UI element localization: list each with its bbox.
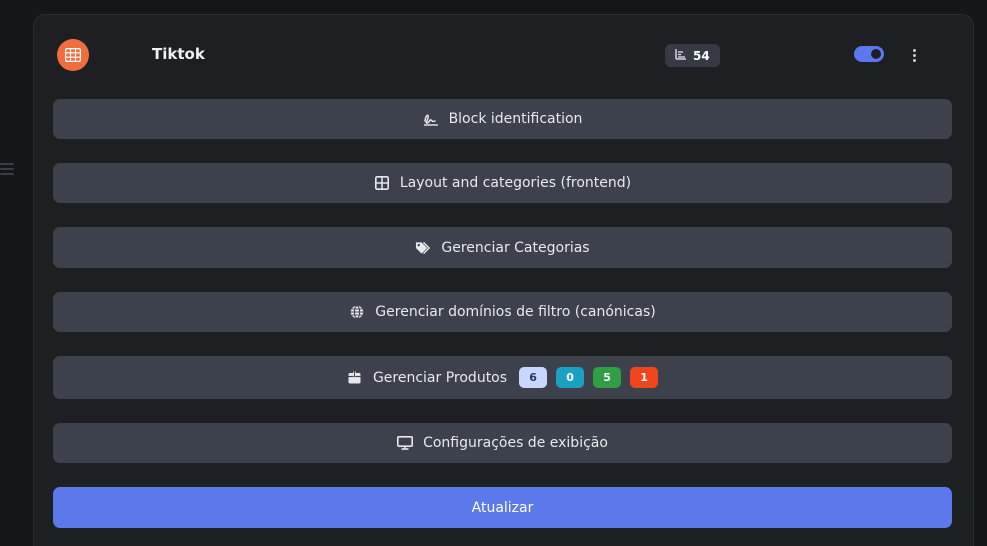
gerenciar-categorias-label: Gerenciar Categorias (441, 239, 590, 256)
tags-icon (415, 240, 431, 256)
layout-categories-button[interactable]: Layout and categories (frontend) (53, 163, 952, 203)
card-header: Tiktok 54 (34, 15, 973, 95)
configuracoes-exibicao-button[interactable]: Configurações de exibição (53, 423, 952, 463)
enable-toggle[interactable] (854, 46, 884, 62)
product-badge-success: 5 (593, 367, 622, 388)
count-value: 54 (693, 48, 710, 63)
toggle-knob (871, 49, 881, 59)
block-identification-button[interactable]: Block identification (53, 99, 952, 139)
gerenciar-produtos-button[interactable]: Gerenciar Produtos 6 0 5 1 (53, 356, 952, 399)
count-badge: 54 (665, 44, 720, 67)
gerenciar-categorias-button[interactable]: Gerenciar Categorias (53, 227, 952, 268)
grid-icon (374, 175, 390, 191)
page: Tiktok 54 Block identification Layout an… (0, 0, 987, 546)
product-count-badges: 6 0 5 1 (519, 367, 659, 388)
integration-card: Tiktok 54 Block identification Layout an… (33, 14, 974, 546)
product-badge-info: 0 (556, 367, 585, 388)
drag-handle-icon[interactable] (0, 163, 16, 177)
atualizar-button[interactable]: Atualizar (53, 487, 952, 528)
gerenciar-dominios-label: Gerenciar domínios de filtro (canónicas) (375, 304, 656, 320)
box-icon (347, 370, 363, 386)
signature-icon (423, 111, 439, 127)
configuracoes-exibicao-label: Configurações de exibição (423, 435, 608, 451)
product-badge-danger: 1 (630, 367, 659, 388)
atualizar-label: Atualizar (471, 499, 534, 516)
kebab-menu-icon[interactable] (906, 45, 922, 65)
product-badge-total: 6 (519, 367, 548, 388)
bar-chart-icon (675, 48, 686, 63)
layout-categories-label: Layout and categories (frontend) (399, 175, 632, 191)
monitor-icon (397, 435, 414, 451)
globe-icon (349, 304, 365, 320)
block-identification-label: Block identification (448, 111, 583, 127)
gerenciar-dominios-button[interactable]: Gerenciar domínios de filtro (canónicas) (53, 292, 952, 332)
gerenciar-produtos-label: Gerenciar Produtos (372, 369, 508, 386)
table-grid-icon (57, 39, 89, 71)
card-title: Tiktok (152, 45, 205, 63)
